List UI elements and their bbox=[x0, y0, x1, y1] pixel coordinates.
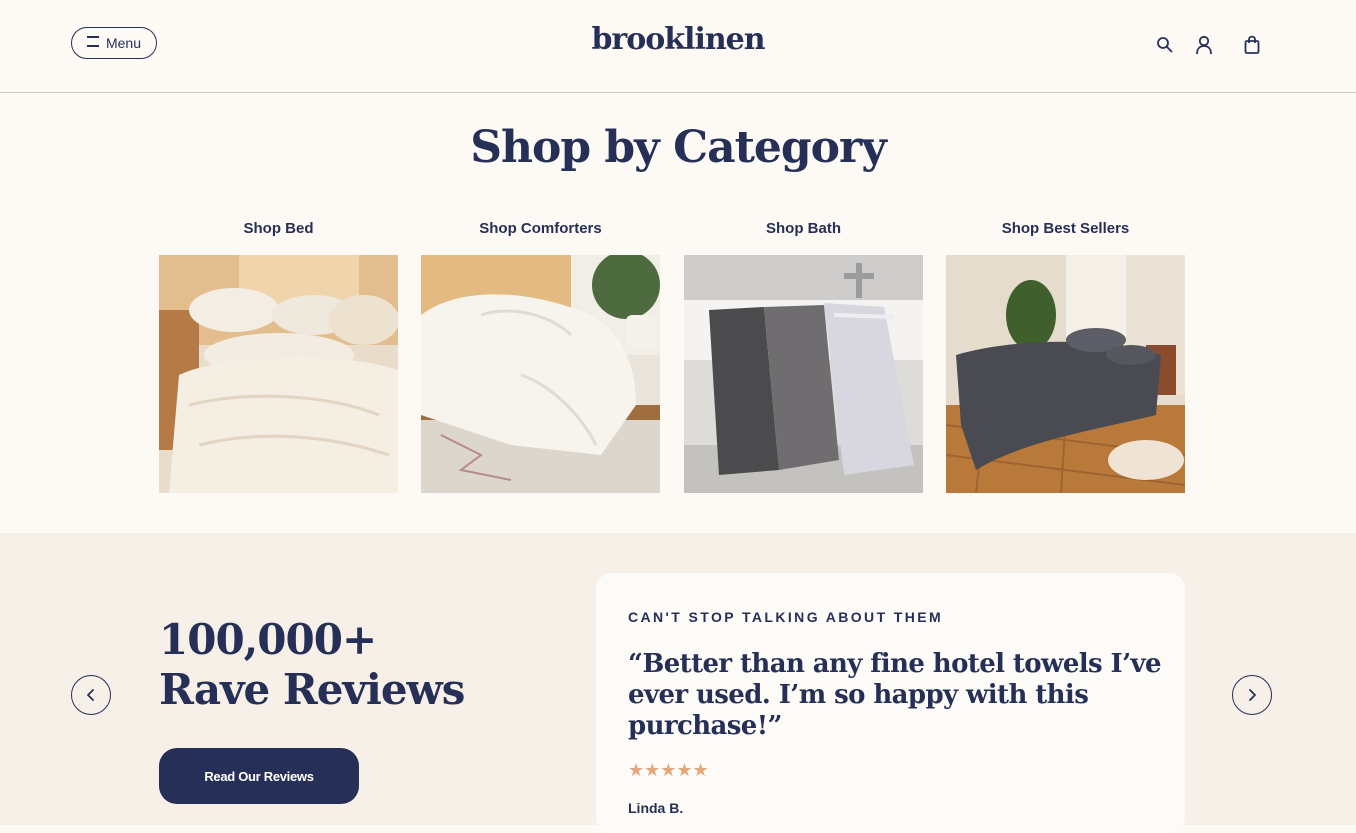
cart-icon[interactable] bbox=[1241, 34, 1263, 56]
category-label[interactable]: Shop Bath bbox=[684, 218, 923, 255]
search-icon[interactable] bbox=[1154, 34, 1176, 56]
towels-bathtub-photo[interactable] bbox=[684, 255, 923, 493]
category-tile-bed[interactable]: Shop Bed bbox=[159, 218, 398, 493]
review-eyebrow: CAN'T STOP TALKING ABOUT THEM bbox=[628, 609, 944, 625]
carousel-next-button[interactable] bbox=[1232, 675, 1272, 715]
reviews-headline: 100,000+ Rave Reviews bbox=[159, 615, 465, 714]
rating-stars: ★★★★★ bbox=[628, 760, 709, 780]
category-tile-bath[interactable]: Shop Bath bbox=[684, 218, 923, 493]
grey-bedding-room-photo[interactable] bbox=[946, 255, 1185, 493]
review-quote: “Better than any fine hotel towels I’ve … bbox=[628, 649, 1162, 741]
category-tile-best-sellers[interactable]: Shop Best Sellers bbox=[946, 218, 1185, 493]
white-comforter-photo[interactable] bbox=[421, 255, 660, 493]
read-reviews-button[interactable]: Read Our Reviews bbox=[159, 748, 359, 804]
reviews-section: 100,000+ Rave Reviews Read Our Reviews C… bbox=[0, 533, 1356, 833]
category-label[interactable]: Shop Bed bbox=[159, 218, 398, 255]
chevron-left-icon bbox=[87, 689, 94, 701]
cream-bedding-photo[interactable] bbox=[159, 255, 398, 493]
category-label[interactable]: Shop Comforters bbox=[421, 218, 660, 255]
category-tile-comforters[interactable]: Shop Comforters bbox=[421, 218, 660, 493]
chevron-right-icon bbox=[1249, 689, 1256, 701]
site-header: Menu brooklinen bbox=[0, 0, 1356, 93]
carousel-prev-button[interactable] bbox=[71, 675, 111, 715]
review-card: CAN'T STOP TALKING ABOUT THEM “Better th… bbox=[596, 573, 1185, 833]
section-title: Shop by Category bbox=[470, 122, 887, 173]
brand-logo[interactable]: brooklinen bbox=[0, 22, 1356, 57]
account-icon[interactable] bbox=[1193, 34, 1215, 56]
review-author: Linda B. bbox=[628, 800, 684, 816]
category-label[interactable]: Shop Best Sellers bbox=[946, 218, 1185, 255]
